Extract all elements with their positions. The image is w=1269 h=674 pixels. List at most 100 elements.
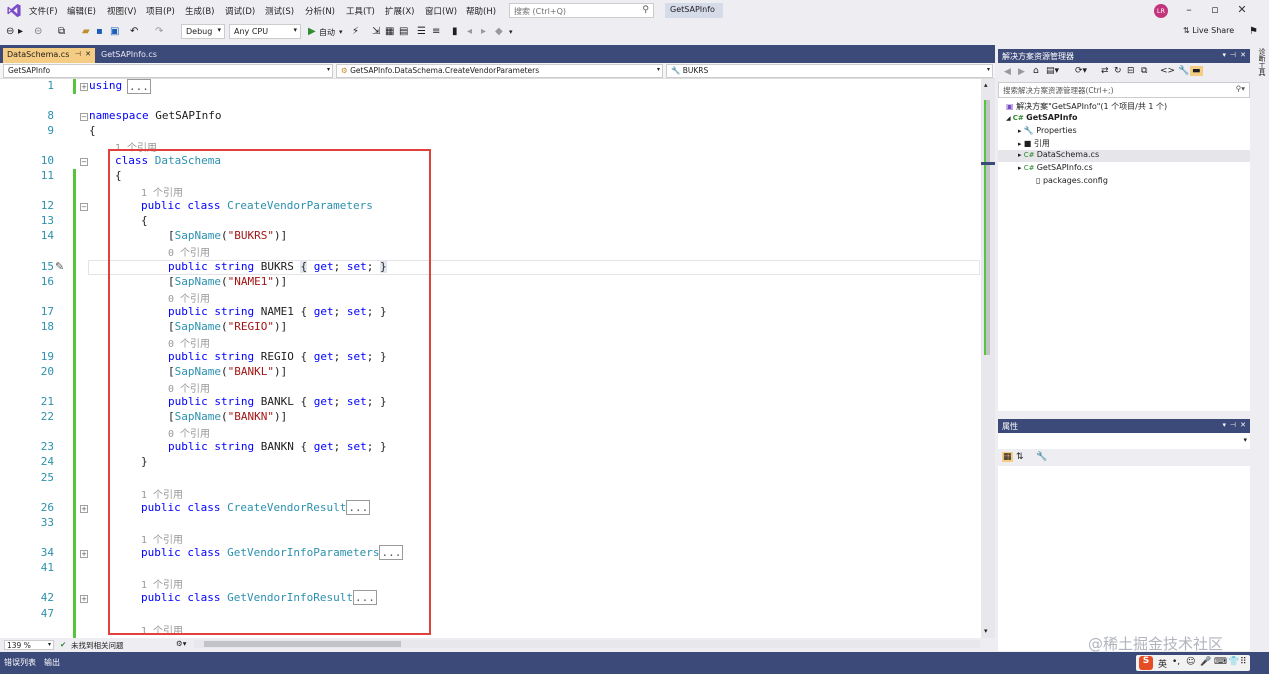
code-view-icon[interactable]: <> xyxy=(1160,66,1175,76)
fold-expand-icon[interactable]: + xyxy=(80,550,88,558)
tree-item-dataschema[interactable]: ▸ C# DataSchema.cs xyxy=(1018,150,1099,159)
open-file-icon[interactable]: ▰ xyxy=(82,26,90,37)
live-share-button[interactable]: ⇅ Live Share xyxy=(1183,26,1234,35)
fold-expand-icon[interactable]: + xyxy=(80,595,88,603)
save-all-icon[interactable]: ▣ xyxy=(110,26,119,37)
tab-error-list[interactable]: 错误列表 xyxy=(4,657,36,668)
toggle-active-icon[interactable]: ▤ xyxy=(399,26,408,37)
ime-punctuation-icon[interactable]: •, xyxy=(1172,657,1180,667)
tree-item-properties[interactable]: ▸ 🔧 Properties xyxy=(1018,126,1077,135)
forward-icon[interactable]: ▶ xyxy=(1018,67,1025,77)
feedback-icon[interactable]: ⚑ xyxy=(1249,26,1258,37)
preview-icon[interactable]: ▬ xyxy=(1190,66,1203,76)
menu-file[interactable]: 文件(F) xyxy=(29,5,58,17)
collapsed-region[interactable]: ... xyxy=(127,79,151,94)
scroll-up-icon[interactable]: ▴ xyxy=(984,81,988,89)
forward-icon[interactable]: ▸ xyxy=(18,26,23,37)
save-icon[interactable]: ▪ xyxy=(96,26,103,37)
menu-extensions[interactable]: 扩展(X) xyxy=(385,5,414,17)
diagnostic-tools-tab[interactable]: 诊断工具 xyxy=(1255,48,1267,84)
menu-test[interactable]: 测试(S) xyxy=(265,5,294,17)
play-icon[interactable]: ▶ xyxy=(308,26,316,37)
menu-project[interactable]: 项目(P) xyxy=(146,5,175,17)
scroll-down-icon[interactable]: ▾ xyxy=(984,627,988,635)
quick-action-icon[interactable]: ✎ xyxy=(55,260,64,273)
chevron-down-icon[interactable]: ▾ xyxy=(1222,51,1226,59)
show-all-files-icon[interactable]: ⧉ xyxy=(1141,66,1147,76)
editor-horizontal-scrollbar[interactable] xyxy=(194,640,980,648)
new-project-icon[interactable]: ⧉ xyxy=(58,26,65,37)
chevron-down-icon[interactable]: ▾ xyxy=(1222,421,1226,429)
platform-select[interactable]: Any CPU ▾ xyxy=(229,24,301,39)
properties-wrench-icon[interactable]: 🔧 xyxy=(1178,66,1189,76)
chevron-down-icon[interactable]: ▾ xyxy=(1243,436,1247,444)
tools-icon[interactable]: ⚙▾ xyxy=(176,639,187,648)
ime-skin-icon[interactable]: 👕 xyxy=(1228,657,1239,667)
scrollbar-thumb[interactable] xyxy=(204,641,401,647)
refresh-icon[interactable]: ↻ xyxy=(1114,66,1122,76)
bookmark-prev-icon[interactable]: ◂ xyxy=(467,26,472,37)
chevron-down-icon[interactable]: ▾ xyxy=(339,28,343,36)
run-button[interactable]: 自动 xyxy=(319,27,335,38)
menu-build[interactable]: 生成(B) xyxy=(185,5,214,17)
ime-grid-icon[interactable]: ⠿ xyxy=(1240,657,1247,667)
tree-item-references[interactable]: ▸ ■ 引用 xyxy=(1018,138,1050,149)
close-icon[interactable]: ✕ xyxy=(1240,421,1246,429)
pin-icon[interactable]: ⊣ xyxy=(1230,51,1236,59)
tree-item-getsapinfo[interactable]: ▸ C# GetSAPInfo.cs xyxy=(1018,163,1093,172)
close-icon[interactable]: ✕ xyxy=(1232,3,1252,16)
fold-expand-icon[interactable]: + xyxy=(80,505,88,513)
bookmark-icon[interactable]: ▮ xyxy=(452,26,458,37)
menu-analyze[interactable]: 分析(N) xyxy=(305,5,335,17)
tree-solution[interactable]: ▣ 解决方案"GetSAPInfo"(1 个项目/共 1 个) xyxy=(1006,101,1167,112)
search-input[interactable]: 搜索 (Ctrl+Q) ⚲ xyxy=(509,3,654,18)
type-dropdown[interactable]: ⚙ GetSAPInfo.DataSchema.CreateVendorPara… xyxy=(336,64,663,78)
issues-status[interactable]: 未找到相关问题 xyxy=(71,640,124,651)
comment-icon[interactable]: ☰ xyxy=(417,26,426,37)
tab-output[interactable]: 输出 xyxy=(44,657,60,668)
undo-icon[interactable]: ↶ xyxy=(130,26,138,37)
tree-item-packages[interactable]: ▯ packages.config xyxy=(1036,176,1108,185)
sync-icon[interactable]: ⇄ xyxy=(1101,66,1109,76)
minimize-icon[interactable]: – xyxy=(1179,3,1199,16)
menu-view[interactable]: 视图(V) xyxy=(107,5,136,17)
ime-voice-icon[interactable]: 🎤 xyxy=(1200,657,1211,667)
menu-debug[interactable]: 调试(D) xyxy=(225,5,255,17)
ime-keyboard-icon[interactable]: ⌨ xyxy=(1214,657,1227,667)
fold-collapse-icon[interactable]: − xyxy=(80,158,88,166)
uncomment-icon[interactable]: ≡ xyxy=(432,26,440,37)
redo-icon[interactable]: ↷ xyxy=(155,26,163,37)
chevron-down-icon[interactable]: ▾ xyxy=(509,28,513,36)
categorized-icon[interactable]: ▦ xyxy=(1002,452,1013,462)
bookmark-next-icon[interactable]: ▸ xyxy=(481,26,486,37)
ime-language[interactable]: 英 xyxy=(1158,657,1167,670)
close-icon[interactable]: ✕ xyxy=(85,50,91,58)
menu-help[interactable]: 帮助(H) xyxy=(466,5,496,17)
back-icon[interactable]: ◀ xyxy=(1004,67,1011,77)
step-icon[interactable]: ⇲ xyxy=(372,26,380,37)
tab-getsapinfo[interactable]: GetSAPInfo.cs xyxy=(99,48,179,63)
tree-project[interactable]: ◢ C# GetSAPInfo xyxy=(1006,113,1077,122)
avatar[interactable]: LR xyxy=(1154,4,1168,18)
menu-edit[interactable]: 编辑(E) xyxy=(67,5,96,17)
toggle-icon[interactable]: ▦ xyxy=(385,26,394,37)
fold-collapse-icon[interactable]: − xyxy=(80,113,88,121)
fold-expand-icon[interactable]: + xyxy=(80,83,88,91)
close-icon[interactable]: ✕ xyxy=(1240,51,1246,59)
menu-window[interactable]: 窗口(W) xyxy=(425,5,457,17)
ime-toolbar[interactable]: S 英 •, ☺ 🎤 ⌨ 👕 ⠿ xyxy=(1136,655,1250,671)
switch-view-icon[interactable]: ▤▾ xyxy=(1046,66,1059,76)
pin-icon[interactable]: ⊣ xyxy=(1230,421,1236,429)
ime-emoji-icon[interactable]: ☺ xyxy=(1186,657,1195,667)
member-dropdown[interactable]: 🔧 BUKRS ▾ xyxy=(666,64,993,78)
maximize-icon[interactable]: ▫ xyxy=(1205,3,1225,16)
pending-changes-icon[interactable]: ⟳▾ xyxy=(1075,66,1087,76)
collapse-all-icon[interactable]: ⊟ xyxy=(1127,66,1135,76)
zoom-select[interactable]: 139 % ▾ xyxy=(4,640,54,650)
fold-collapse-icon[interactable]: − xyxy=(80,203,88,211)
forward-disabled-icon[interactable]: ⊝ xyxy=(34,26,42,37)
back-icon[interactable]: ⊖ xyxy=(6,26,14,37)
visual-studio-logo-icon[interactable] xyxy=(6,3,22,18)
project-dropdown[interactable]: GetSAPInfo ▾ xyxy=(3,64,333,78)
solution-search-input[interactable]: 搜索解决方案资源管理器(Ctrl+;) ⚲▾ xyxy=(998,82,1250,98)
